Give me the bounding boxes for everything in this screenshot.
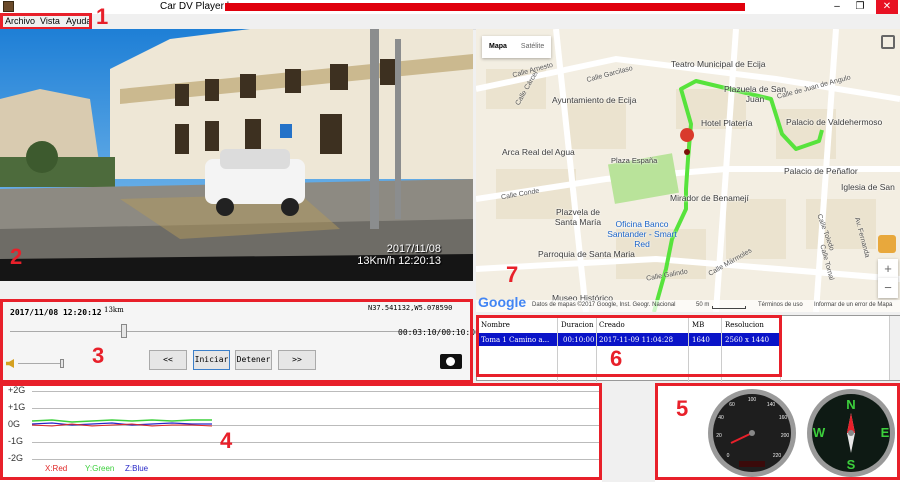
minimize-icon[interactable]: –: [826, 0, 848, 14]
zoom-out-button[interactable]: −: [878, 278, 898, 298]
annotation-box-3: [0, 299, 473, 383]
terms-link[interactable]: Términos de uso: [758, 302, 803, 308]
redacted-title-bar: [225, 3, 745, 11]
close-icon[interactable]: ✕: [876, 0, 898, 14]
annotation-number-6: 6: [610, 346, 623, 371]
app-icon: [3, 1, 14, 12]
annotation-box-5: [655, 383, 900, 480]
video-timestamp: 2017/11/08 13Km/h 12:20:13: [357, 243, 441, 267]
annotation-number-2: 2: [10, 244, 23, 269]
restore-icon[interactable]: ❐: [849, 0, 871, 14]
place-plaza-espana: Plaza España: [611, 156, 658, 165]
place-iglesia-san: Iglesia de San: [841, 182, 895, 192]
zoom-in-button[interactable]: +: [878, 259, 898, 279]
place-arca-real: Arca Real del Agua: [502, 147, 575, 157]
menu-bar: Archivo Vista Ayuda: [0, 14, 900, 30]
annotation-number-1: 1: [96, 4, 109, 29]
tab-satelite[interactable]: Satélite: [514, 36, 551, 58]
place-parroquia: Parroquia de Santa Maria: [538, 249, 635, 259]
annotation-number-4: 4: [220, 428, 233, 453]
place-hotel-plateria: Hotel Platería: [701, 118, 753, 128]
google-logo: Google: [478, 294, 527, 310]
title-bar: Car DV Player | – ❐ ✕: [0, 0, 900, 14]
map-footer: Google Datos de mapas ©2017 Google, Inst…: [476, 294, 900, 312]
scale-bar: [712, 306, 746, 309]
map-type-control: Mapa Satélite: [482, 36, 552, 58]
place-palacio-valdehermoso: Palacio de Valdehermoso: [786, 117, 883, 127]
report-error-link[interactable]: Informar de un error de Mapa: [814, 302, 892, 308]
annotation-box-6: [476, 315, 782, 377]
video-date: 2017/11/08: [386, 243, 441, 255]
place-oficina-santander: Oficina Banco Santander - Smart Red: [607, 219, 677, 249]
table-scrollbar[interactable]: [889, 316, 900, 380]
map-scale: 50 m: [696, 302, 710, 308]
annotation-box-1: [0, 13, 92, 30]
annotation-number-7: 7: [506, 262, 519, 287]
annotation-box-4: [0, 383, 602, 480]
annotation-number-5: 5: [676, 396, 689, 421]
map-view[interactable]: Mapa Satélite Teatro Municipal de Ecija …: [476, 29, 900, 312]
place-plazvela-santa-maria: Plazvela de Santa María: [554, 207, 602, 227]
place-teatro: Teatro Municipal de Ecija: [671, 59, 766, 69]
place-ayuntamiento: Ayuntamiento de Ecija: [552, 95, 637, 105]
place-palacio-penaflor: Palacio de Peñaflor: [784, 166, 858, 176]
video-frame[interactable]: 2017/11/08 13Km/h 12:20:13 2: [0, 29, 473, 281]
fullscreen-icon[interactable]: [881, 35, 895, 49]
annotation-number-3: 3: [92, 343, 105, 368]
tab-mapa[interactable]: Mapa: [482, 36, 514, 58]
window-title: Car DV Player |: [160, 1, 230, 12]
pegman-icon[interactable]: [878, 235, 896, 253]
place-mirador: Mirador de Benamejí: [670, 193, 749, 203]
video-speed-time: 13Km/h 12:20:13: [357, 255, 441, 267]
map-data-credit: Datos de mapas ©2017 Google, Inst. Geogr…: [532, 302, 676, 308]
